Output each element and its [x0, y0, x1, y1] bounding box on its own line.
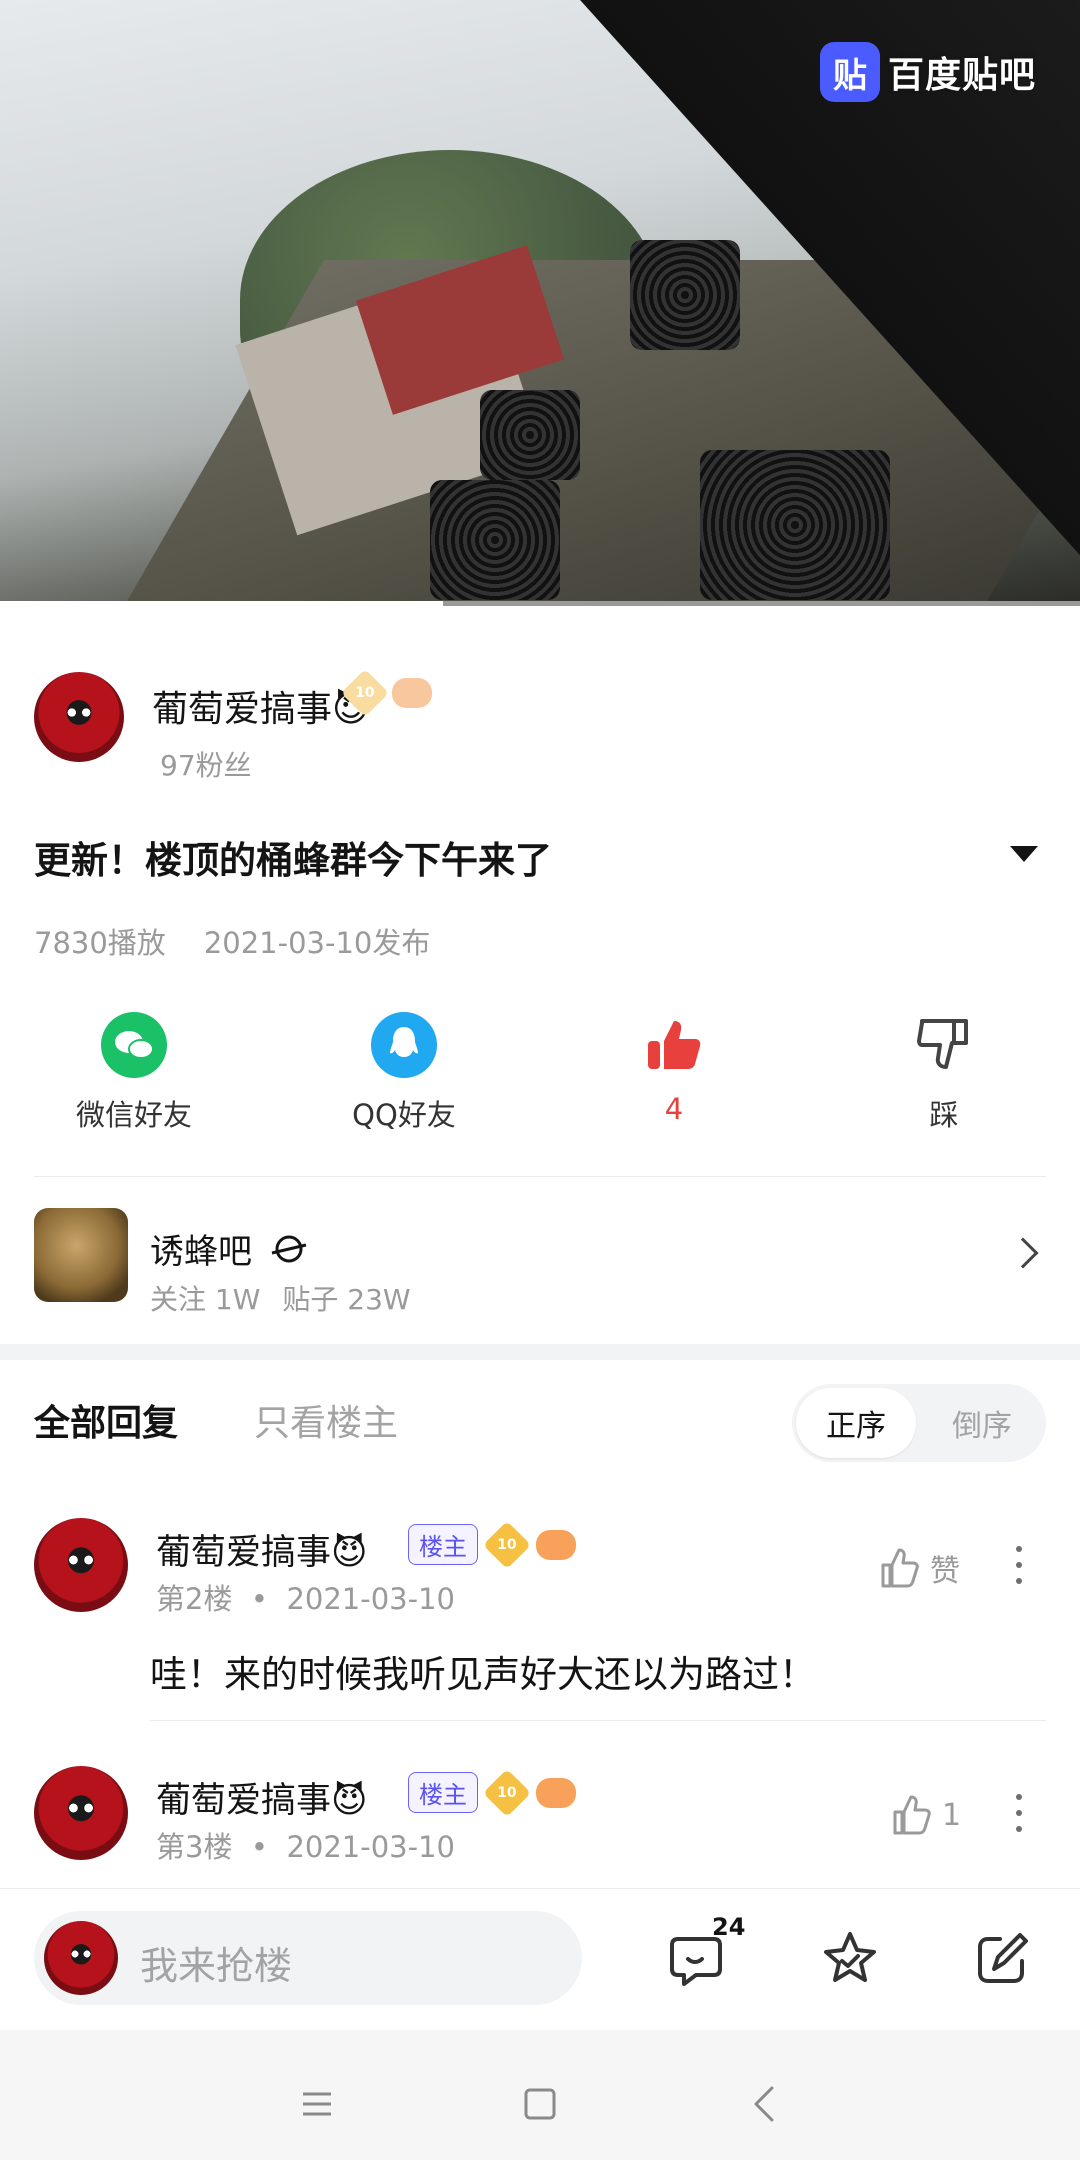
- forum-follows: 关注 1W: [150, 1283, 261, 1316]
- sort-asc-button[interactable]: 正序: [796, 1388, 916, 1458]
- level-gem-icon: 10: [482, 1520, 532, 1569]
- video-player[interactable]: 贴 百度贴吧: [0, 0, 1080, 606]
- reply-like-button[interactable]: 赞: [880, 1546, 960, 1590]
- reply-meta: 第2楼 • 2021-03-10: [156, 1576, 455, 1618]
- video-progress-fill: [0, 601, 443, 606]
- back-icon[interactable]: [736, 2074, 796, 2134]
- tieba-logo-icon: 贴: [819, 42, 880, 102]
- share-icon[interactable]: [972, 1929, 1032, 1989]
- system-navigation-bar: [0, 2030, 1080, 2160]
- post-meta: 7830播放 2021-03-10发布: [34, 920, 430, 962]
- author-avatar[interactable]: [34, 672, 124, 762]
- thumbs-up-outline-icon: [893, 1795, 931, 1835]
- play-count: 7830播放: [34, 926, 166, 960]
- reply-avatar[interactable]: [34, 1766, 128, 1860]
- sort-toggle[interactable]: 正序 倒序: [792, 1384, 1046, 1462]
- share-qq-button[interactable]: QQ好友: [294, 1012, 514, 1134]
- dot-separator: •: [241, 1582, 278, 1616]
- tab-owner-only[interactable]: 只看楼主: [254, 1394, 398, 1446]
- post-title: 更新！楼顶的桶蜂群今下午来了: [34, 839, 552, 882]
- baidu-tieba-watermark: 贴 百度贴吧: [819, 40, 1036, 104]
- reply-like-count: 1: [942, 1797, 962, 1833]
- publish-date: 2021-03-10发布: [203, 926, 431, 960]
- level-number: 10: [497, 1536, 517, 1553]
- level-gem-icon: 10: [482, 1768, 532, 1817]
- gamepad-icon: [392, 678, 432, 708]
- level-number: 10: [355, 684, 375, 701]
- like-count: 4: [664, 1092, 684, 1126]
- my-avatar: [44, 1921, 118, 1995]
- forum-avatar[interactable]: [34, 1208, 128, 1302]
- author-badges: 10: [340, 668, 432, 718]
- reply-author-name[interactable]: 葡萄爱搞事😈: [156, 1772, 368, 1823]
- reply-floor: 第2楼: [156, 1582, 233, 1616]
- author-name[interactable]: 葡萄爱搞事😈: [152, 680, 370, 732]
- share-wechat-button[interactable]: 微信好友: [24, 1012, 244, 1134]
- reply-input-placeholder: 我来抢楼: [140, 1944, 293, 1988]
- sort-desc-button[interactable]: 倒序: [922, 1388, 1042, 1458]
- reply-floor: 第3楼: [156, 1830, 233, 1864]
- forum-posts: 贴子 23W: [282, 1283, 411, 1316]
- qq-icon: [371, 1012, 437, 1078]
- forum-name-row[interactable]: 诱蜂吧: [150, 1224, 308, 1273]
- more-options-icon[interactable]: [1016, 1546, 1024, 1584]
- comment-count: 24: [712, 1913, 746, 1941]
- favorite-star-icon[interactable]: [820, 1929, 880, 1989]
- forum-stats: 关注 1W 贴子 23W: [150, 1278, 411, 1318]
- expand-caret-icon[interactable]: [1010, 846, 1038, 862]
- level-number: 10: [497, 1784, 517, 1801]
- dot-separator: •: [241, 1830, 278, 1864]
- owner-tag: 楼主: [408, 1772, 478, 1813]
- reply-like-button[interactable]: 1: [892, 1794, 961, 1836]
- gamepad-icon: [536, 1529, 576, 1560]
- reply-input[interactable]: 我来抢楼: [34, 1911, 582, 2005]
- video-hive: [630, 240, 740, 350]
- fans-count: 97粉丝: [160, 749, 252, 782]
- reply-like-label: 赞: [930, 1554, 960, 1589]
- like-button[interactable]: 4: [564, 1012, 784, 1126]
- home-icon[interactable]: [510, 2074, 570, 2134]
- thumbs-up-outline-icon: [881, 1548, 919, 1588]
- divider: [34, 1176, 1046, 1177]
- video-progress-bar[interactable]: [0, 601, 1080, 606]
- reply-date: 2021-03-10: [286, 1830, 455, 1864]
- bottom-reply-bar: 我来抢楼 24: [0, 1888, 1080, 2030]
- reply-text: 哇！来的时候我听见声好大还以为路过！: [150, 1653, 816, 1696]
- wechat-label: 微信好友: [75, 1098, 192, 1132]
- reply-avatar[interactable]: [34, 1518, 128, 1612]
- video-hive: [700, 450, 890, 600]
- dislike-label: 踩: [929, 1098, 959, 1132]
- dislike-button[interactable]: 踩: [834, 1012, 1054, 1134]
- thumbs-up-icon: [641, 1012, 707, 1078]
- watermark-text: 百度贴吧: [887, 55, 1036, 96]
- thumbs-down-icon: [911, 1012, 977, 1078]
- video-hive: [480, 390, 580, 480]
- qq-label: QQ好友: [352, 1098, 456, 1132]
- gamepad-icon: [536, 1777, 576, 1808]
- forum-name: 诱蜂吧: [150, 1232, 252, 1272]
- video-hive: [430, 480, 560, 600]
- tab-all-replies[interactable]: 全部回复: [34, 1394, 178, 1446]
- reply-badges: 楼主 10: [408, 1768, 576, 1817]
- chevron-right-icon[interactable]: [1007, 1237, 1039, 1269]
- owner-tag: 楼主: [408, 1524, 478, 1565]
- planet-icon: [271, 1235, 307, 1262]
- wechat-icon: [101, 1012, 167, 1078]
- menu-icon[interactable]: [287, 2074, 347, 2134]
- level-gem-icon: 10: [340, 668, 390, 718]
- section-gap: [0, 1344, 1080, 1360]
- divider: [150, 1720, 1046, 1721]
- reply-meta: 第3楼 • 2021-03-10: [156, 1824, 455, 1866]
- reply-author-name[interactable]: 葡萄爱搞事😈: [156, 1524, 368, 1575]
- reply-date: 2021-03-10: [286, 1582, 455, 1616]
- reply-badges: 楼主 10: [408, 1520, 576, 1569]
- more-options-icon[interactable]: [1016, 1794, 1024, 1832]
